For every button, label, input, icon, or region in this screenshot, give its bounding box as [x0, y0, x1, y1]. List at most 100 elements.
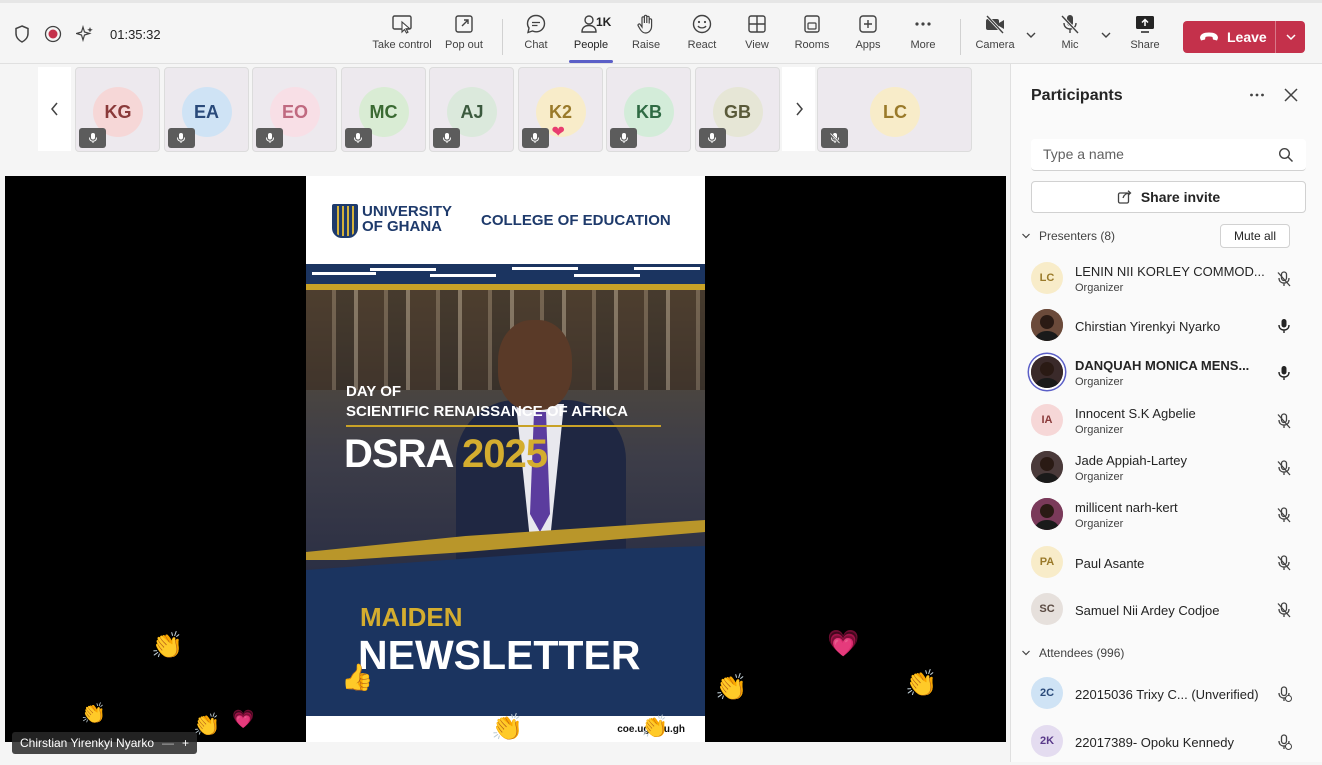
profile-photo-icon — [1031, 498, 1063, 530]
mic-button[interactable]: Mic — [1040, 13, 1100, 51]
mic-badge — [433, 128, 460, 148]
participant-tile[interactable]: MC — [340, 67, 426, 152]
chevron-down-icon — [1022, 233, 1030, 239]
university-name-line1: UNIVERSITY — [362, 203, 453, 220]
participant-mic-status[interactable] — [1275, 601, 1293, 624]
participant-row[interactable]: LC LENIN NII KORLEY COMMOD... Organizer — [1031, 258, 1311, 302]
participant-mic-status[interactable] — [1275, 270, 1293, 293]
raise-label: Raise — [631, 39, 661, 51]
share-invite-button[interactable]: Share invite — [1031, 181, 1306, 213]
avatar — [1031, 451, 1063, 483]
leave-options-button[interactable] — [1276, 31, 1305, 43]
mic-off-icon — [829, 132, 840, 144]
attendee-row[interactable]: 2C 22015036 Trixy C... (Unverified) — [1031, 673, 1311, 717]
strip-previous-button[interactable] — [38, 67, 71, 151]
avatar: IA — [1031, 404, 1063, 436]
more-button[interactable]: More — [893, 13, 953, 51]
plus-icon[interactable]: + — [182, 736, 189, 750]
chevron-right-icon — [795, 102, 803, 116]
search-input[interactable] — [1031, 139, 1261, 169]
mic-icon — [88, 133, 97, 143]
view-label: View — [745, 39, 769, 51]
avatar — [1031, 356, 1063, 388]
participant-mic-status[interactable] — [1275, 459, 1293, 482]
participant-name: millicent narh-kert — [1075, 500, 1178, 515]
presenter-name-tag: Chirstian Yirenkyi Nyarko — + — [12, 732, 198, 754]
participant-row[interactable]: IA Innocent S.K Agbelie Organizer — [1031, 400, 1311, 444]
mic-off-icon — [1277, 507, 1291, 523]
raise-hand-icon — [637, 14, 653, 34]
shared-content-view[interactable]: UNIVERSITY OF GHANA COLLEGE OF EDUCATION — [5, 176, 1006, 742]
participant-row[interactable]: PA Paul Asante — [1031, 542, 1311, 586]
mic-icon — [177, 133, 185, 143]
rooms-button[interactable]: Rooms — [782, 13, 842, 51]
add-apps-icon — [859, 15, 877, 33]
strip-next-button[interactable] — [782, 67, 815, 151]
participant-tile[interactable]: KB — [606, 67, 691, 152]
participant-tile[interactable]: EA — [163, 67, 249, 152]
participant-tile[interactable]: GB — [694, 67, 780, 152]
university-name: UNIVERSITY OF GHANA — [362, 204, 452, 234]
toolbar-divider — [502, 19, 503, 55]
participant-tile[interactable]: K2 ❤ — [517, 67, 603, 152]
attendees-section-header[interactable]: Attendees (996) — [1021, 646, 1124, 660]
view-button[interactable]: View — [727, 13, 787, 51]
participant-mic-status[interactable] — [1275, 364, 1293, 387]
poster-event-title: DAY OF SCIENTIFIC RENAISSANCE OF AFRICA — [346, 382, 628, 422]
camera-button[interactable]: Camera — [965, 13, 1025, 51]
more-label: More — [910, 39, 936, 51]
mic-on-icon — [1278, 319, 1290, 333]
panel-more-icon[interactable] — [1248, 86, 1266, 104]
share-label: Share — [1130, 39, 1160, 51]
mic-off-icon — [1277, 555, 1291, 571]
minimize-icon[interactable]: — — [162, 736, 174, 750]
meeting-timer: 01:35:32 — [110, 26, 161, 42]
clap-reaction-icon: 👏 — [81, 703, 106, 725]
share-invite-label: Share invite — [1140, 189, 1221, 205]
pinned-participant-tile[interactable]: LC — [817, 67, 972, 152]
attendee-mic-status[interactable] — [1275, 733, 1293, 756]
mic-options-chevron-icon[interactable] — [1100, 29, 1112, 41]
participant-tile[interactable]: AJ — [429, 67, 514, 152]
avatar-initials: GB — [724, 101, 751, 122]
attendee-row[interactable]: 2K 22017389- Opoku Kennedy — [1031, 721, 1311, 765]
meeting-status: 01:35:32 — [14, 25, 161, 43]
raise-hand-button[interactable]: Raise — [616, 13, 676, 51]
participant-row[interactable]: SC Samuel Nii Ardey Codjoe — [1031, 589, 1311, 633]
people-button[interactable]: 1K People — [561, 13, 621, 63]
muted-mic-badge — [821, 128, 848, 148]
participant-mic-status[interactable] — [1275, 554, 1293, 577]
presenters-section-header[interactable]: Presenters (8) — [1021, 229, 1115, 243]
mic-icon — [531, 133, 539, 143]
camera-options-chevron-icon[interactable] — [1025, 29, 1037, 41]
participant-tile[interactable]: KG — [75, 67, 160, 152]
clap-reaction-icon: 👏 — [641, 714, 669, 739]
attendee-mic-status[interactable] — [1275, 685, 1293, 708]
participant-tile[interactable]: EO — [252, 67, 337, 152]
participant-row[interactable]: Jade Appiah-Lartey Organizer — [1031, 447, 1311, 491]
clap-reaction-icon: 👏 — [905, 668, 938, 698]
participant-mic-status[interactable] — [1275, 506, 1293, 529]
participant-search[interactable] — [1031, 139, 1306, 171]
sparkle-icon[interactable] — [76, 25, 94, 43]
participant-mic-status[interactable] — [1275, 317, 1293, 340]
share-button[interactable]: Share — [1115, 13, 1175, 51]
avatar-initials: LC — [1039, 272, 1055, 284]
shield-icon — [15, 25, 29, 43]
take-control-button[interactable]: Take control — [372, 13, 432, 51]
mic-badge — [521, 128, 549, 148]
pop-out-button[interactable]: Pop out — [434, 13, 494, 51]
mute-all-button[interactable]: Mute all — [1220, 224, 1290, 248]
react-button[interactable]: React — [672, 13, 732, 51]
university-name-line2: OF GHANA — [362, 218, 442, 235]
apps-button[interactable]: Apps — [838, 13, 898, 51]
participant-row[interactable]: DANQUAH MONICA MENS... Organizer — [1031, 352, 1311, 396]
leave-button[interactable]: Leave — [1183, 21, 1305, 53]
leave-main[interactable]: Leave — [1183, 29, 1275, 45]
meeting-toolbar: 01:35:32 Take control Pop out Chat 1K Pe… — [0, 0, 1322, 64]
chat-button[interactable]: Chat — [506, 13, 566, 51]
participant-mic-status[interactable] — [1275, 412, 1293, 435]
close-icon[interactable] — [1282, 86, 1300, 104]
participant-row[interactable]: millicent narh-kert Organizer — [1031, 494, 1311, 538]
participant-row[interactable]: Chirstian Yirenkyi Nyarko — [1031, 305, 1311, 349]
